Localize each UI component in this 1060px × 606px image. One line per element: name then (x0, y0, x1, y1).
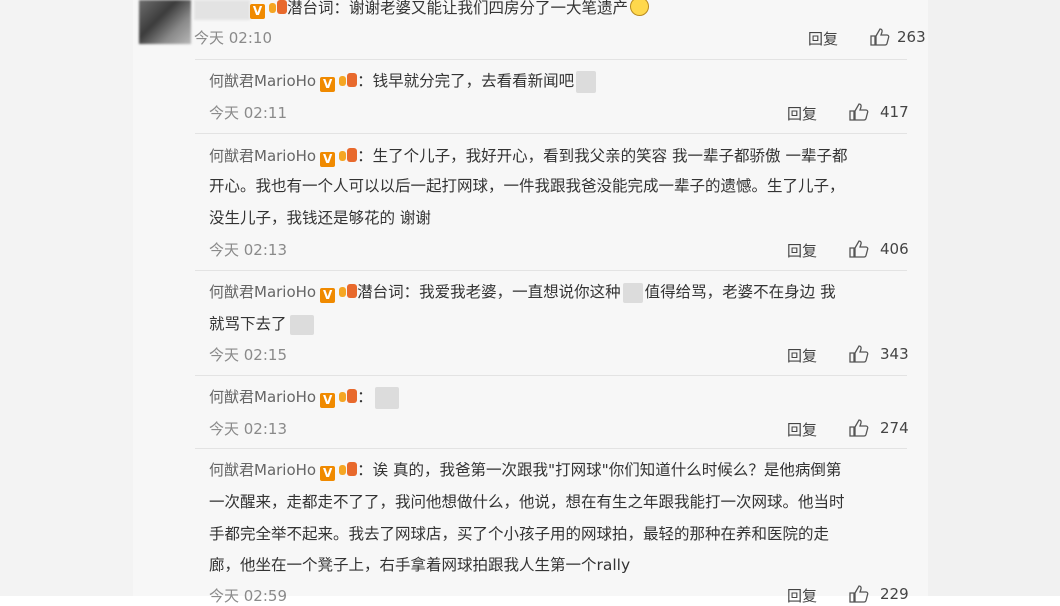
divider (195, 448, 907, 449)
avatar[interactable] (139, 0, 191, 44)
fan-badge-icon (339, 148, 358, 163)
blurred-username (194, 0, 250, 20)
thumbs-up-icon[interactable] (849, 345, 869, 363)
verified-badge-icon: V (320, 288, 336, 303)
reply-button[interactable]: 回复 (787, 419, 817, 440)
like-count: 274 (880, 419, 909, 437)
blurred-content (289, 314, 314, 335)
blurred-content (576, 70, 597, 93)
like-count: 406 (880, 240, 909, 258)
timestamp: 今天 02:13 (209, 241, 287, 259)
fan-badge-icon (269, 0, 287, 15)
reply-text-line: 一次醒来，走都走不了了，我问他想做什么，他说，想在有生之年跟我能打一次网球。他当… (209, 493, 845, 511)
thumbs-up-icon[interactable] (849, 240, 869, 258)
divider (195, 59, 907, 60)
fan-badge-icon (339, 389, 358, 404)
speaker-label: 潜台词 (357, 283, 404, 301)
like-count: 229 (880, 585, 909, 603)
reply-button[interactable]: 回复 (787, 103, 817, 124)
reply-text-line: 我爱我老婆，一直想说你这种 (419, 283, 621, 301)
blurred-content (374, 386, 399, 409)
reply-text-line: 开心。我也有一个人可以以后一起打网球，一件我跟我爸没能完成一辈子的遗憾。生了儿子… (209, 177, 845, 195)
thumbs-up-icon[interactable] (870, 28, 890, 46)
username-link[interactable]: 何猷君MarioHo (209, 283, 316, 301)
username-link[interactable]: 何猷君MarioHo (209, 147, 316, 165)
fan-badge-icon (339, 284, 358, 299)
like-count: 263 (897, 28, 926, 46)
blurred-content (622, 282, 643, 303)
username-link[interactable]: 何猷君MarioHo (209, 72, 316, 90)
reply-item: 何猷君MarioHo V： (209, 382, 399, 412)
thumbs-up-icon[interactable] (849, 103, 869, 121)
thumbs-up-icon[interactable] (849, 585, 869, 603)
timestamp: 今天 02:11 (209, 104, 287, 122)
divider (195, 270, 907, 271)
verified-badge-icon: V (320, 77, 336, 92)
reply-text-row: 就骂下去了 (209, 309, 314, 339)
divider (195, 375, 907, 376)
reply-button[interactable]: 回复 (787, 240, 817, 261)
reply-button[interactable]: 回复 (808, 28, 838, 49)
reply-item: 何猷君MarioHo V ：钱早就分完了，去看看新闻吧 (209, 66, 597, 96)
verified-badge-icon: V (320, 466, 336, 481)
username-link[interactable]: 何猷君MarioHo (209, 461, 316, 479)
reply-item: 何猷君MarioHo V 潜台词：我爱我老婆，一直想说你这种 值得给骂，老婆不在身边 … (209, 282, 836, 303)
reply-item: 何猷君MarioHo V ：诶 真的，我爸第一次跟我"打网球"你们知道什么时候么？是… (209, 461, 842, 481)
reply-text-line: 值得给骂，老婆不在身边 我 (644, 283, 836, 301)
thumbs-up-icon[interactable] (849, 419, 869, 437)
verified-badge-icon: V (250, 4, 265, 19)
like-count: 417 (880, 103, 909, 121)
reply-button[interactable]: 回复 (787, 345, 817, 366)
reply-text-line: 手都完全举不起来。我去了网球店，买了个小孩子用的网球拍，最轻的那种在养和医院的走 (209, 525, 830, 543)
divider (195, 133, 907, 134)
background-right (928, 0, 1060, 596)
reply-text-line: 诶 真的，我爸第一次跟我"打网球"你们知道什么时候么？是他病倒第 (372, 461, 842, 479)
comment-text: 谢谢老婆又能让我们四房分了一大笔遗产 (349, 0, 629, 17)
top-comment-text-line: V 潜台词：谢谢老婆又能让我们四房分了一大笔遗产 (246, 0, 650, 23)
like-count: 343 (880, 345, 909, 363)
reply-text-line: 廊，他坐在一个凳子上，右手拿着网球拍跟我人生第一个rally (209, 556, 631, 574)
background-left (0, 0, 133, 596)
fan-badge-icon (339, 462, 358, 477)
timestamp: 今天 02:10 (194, 29, 272, 47)
fan-badge-icon (339, 73, 358, 88)
reply-text-line: 没生儿子，我钱还是够花的 谢谢 (209, 209, 431, 227)
reply-item: 何猷君MarioHo V ：生了个儿子，我好开心，看到我父亲的笑容 我一辈子都骄傲 … (209, 147, 848, 167)
reply-text-line: 生了个儿子，我好开心，看到我父亲的笑容 我一辈子都骄傲 一辈子都 (372, 147, 848, 165)
username-link[interactable]: 何猷君MarioHo (209, 388, 316, 406)
timestamp: 今天 02:15 (209, 346, 287, 364)
verified-badge-icon: V (320, 152, 336, 167)
speaker-label: 潜台词 (287, 0, 334, 17)
emoji-icon (630, 0, 650, 16)
timestamp: 今天 02:13 (209, 420, 287, 438)
reply-text-line: 就骂下去了 (209, 315, 287, 333)
reply-text-line: 钱早就分完了，去看看新闻吧 (372, 72, 575, 90)
verified-badge-icon: V (320, 393, 336, 408)
